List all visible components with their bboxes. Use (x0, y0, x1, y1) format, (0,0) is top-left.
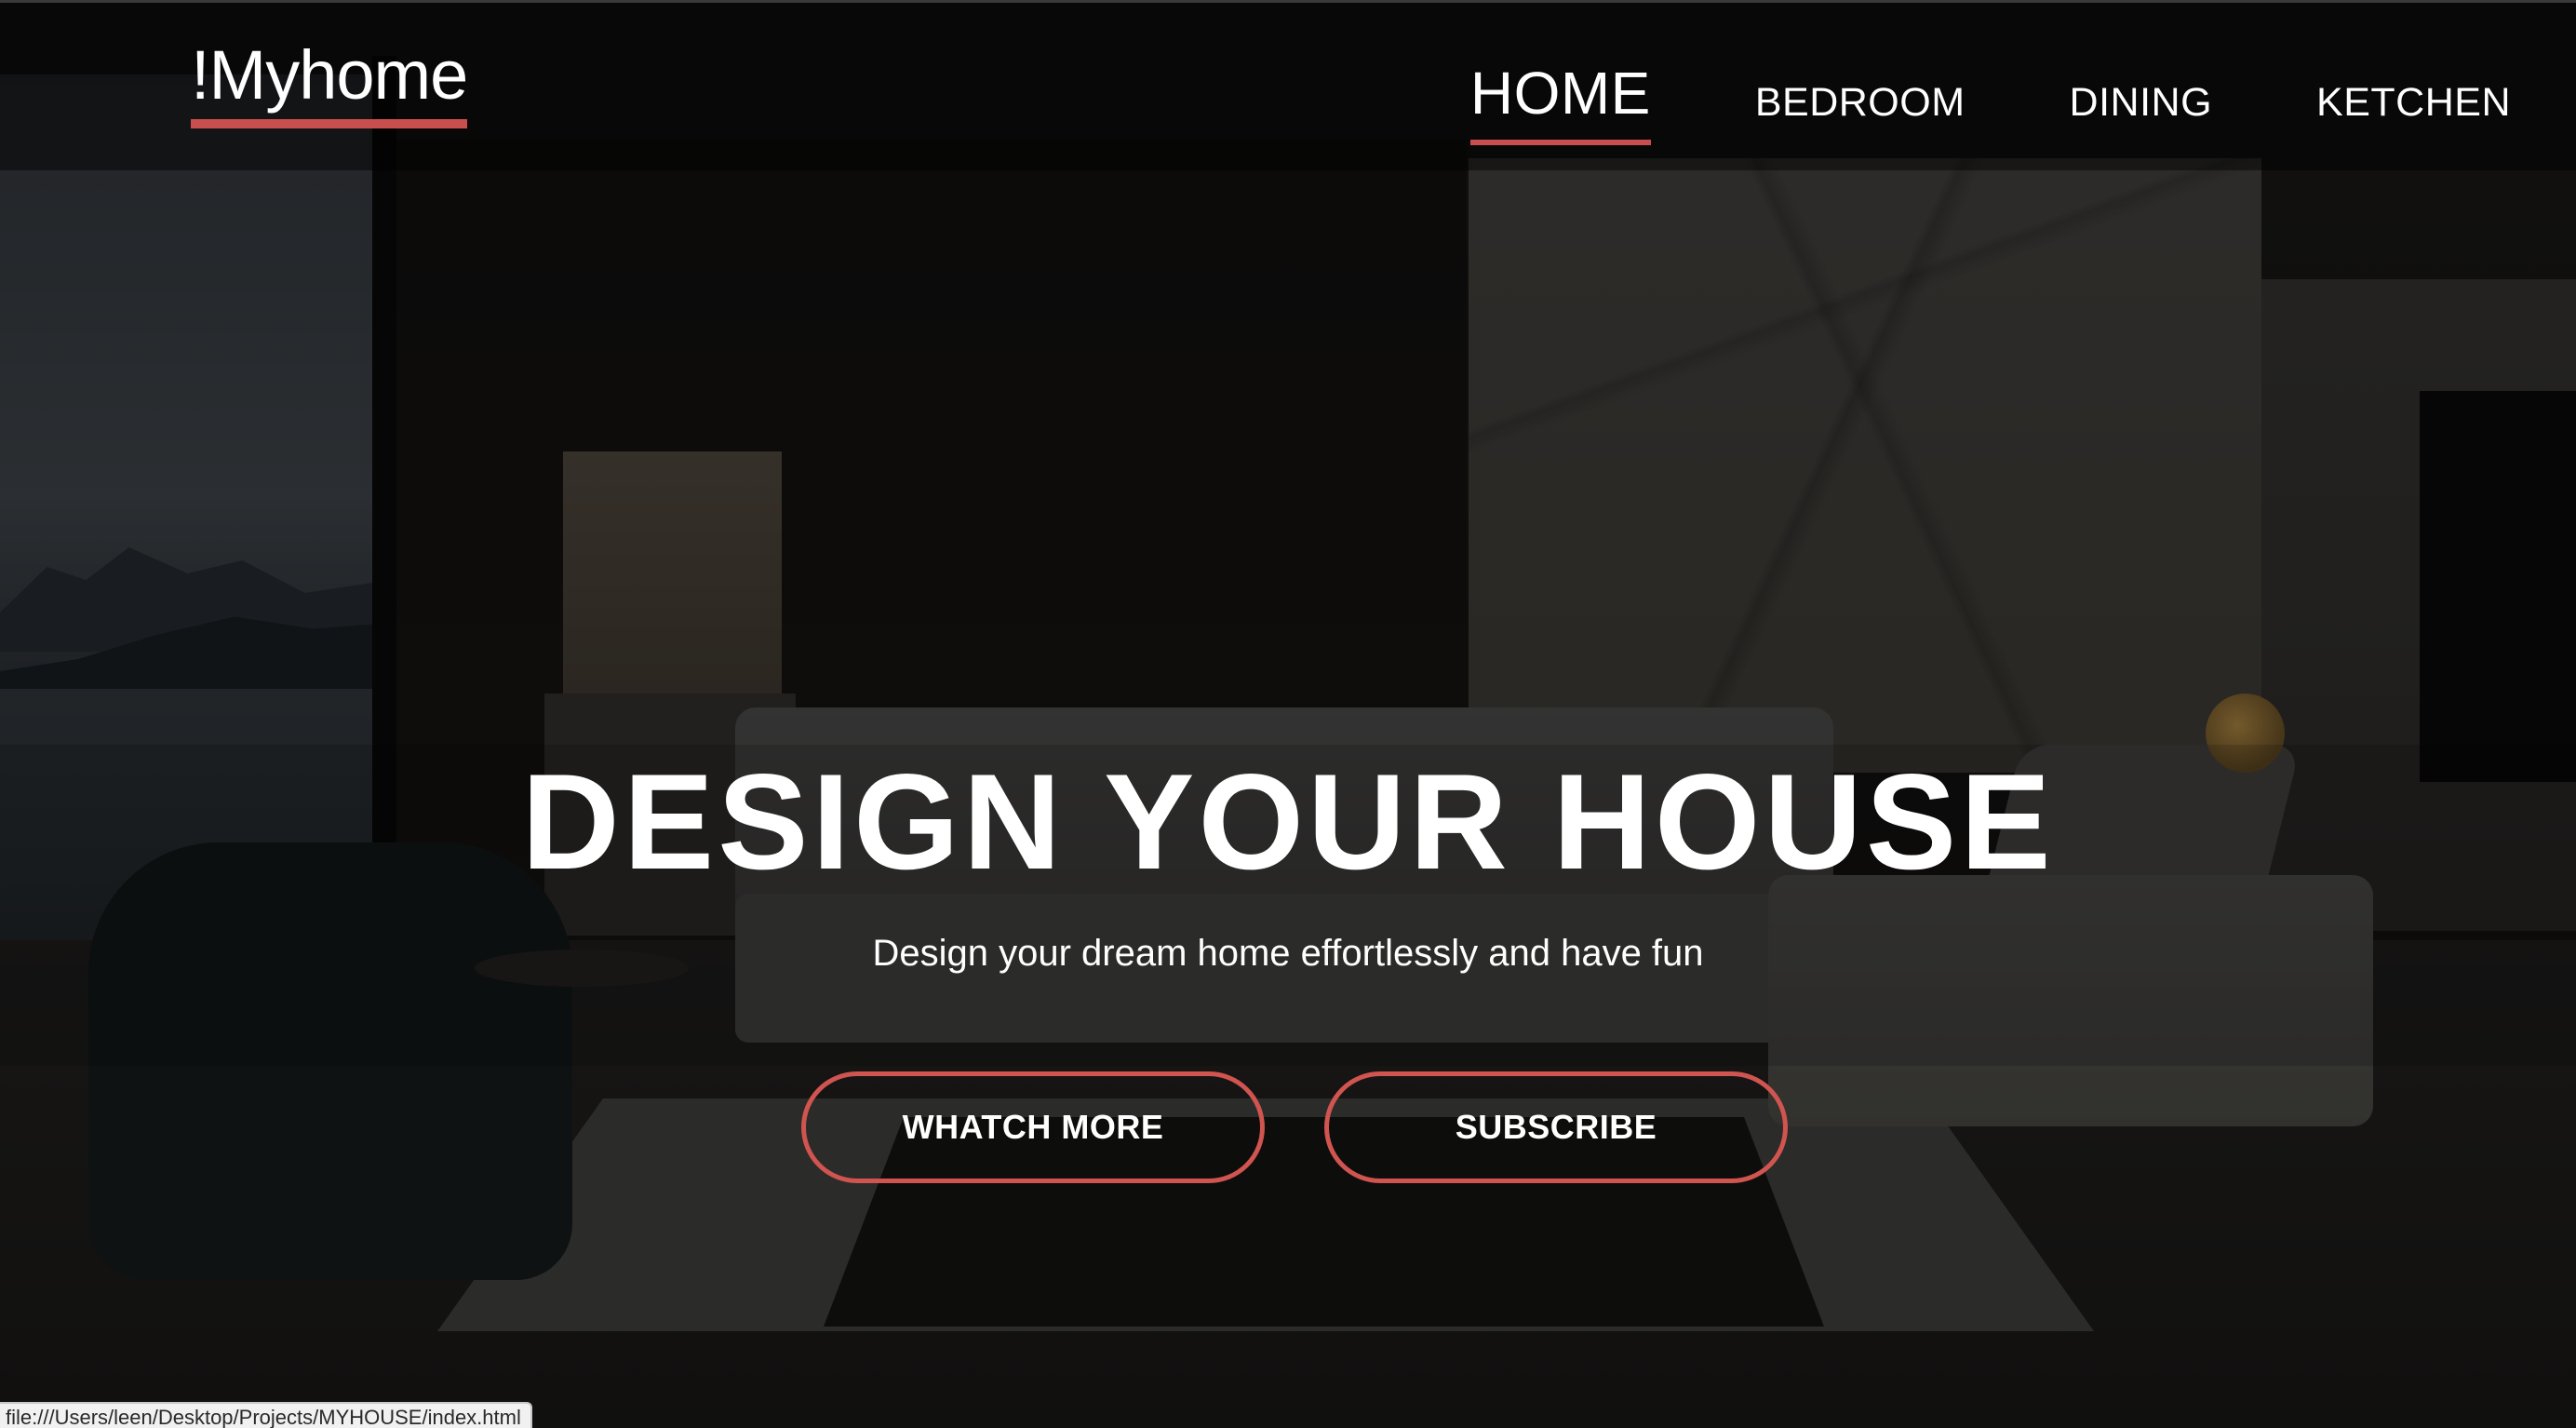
hero-subtitle: Design your dream home effortlessly and … (872, 933, 1704, 974)
main-nav: HOME BEDROOM DINING KETCHEN (1469, 63, 2511, 145)
page: !Myhome HOME BEDROOM DINING KETCHEN DESI… (0, 0, 2576, 1428)
nav-item-bedroom[interactable]: BEDROOM (1755, 83, 1966, 123)
site-logo[interactable]: !Myhome (191, 41, 468, 128)
nav-item-dining[interactable]: DINING (2070, 83, 2213, 123)
browser-top-edge (0, 0, 2576, 3)
background-dark-overlay (0, 0, 2576, 1428)
hero-title: DESIGN YOUR HOUSE (521, 746, 2055, 897)
browser-status-url: file:///Users/leen/Desktop/Projects/MYHO… (0, 1402, 532, 1428)
nav-item-home[interactable]: HOME (1469, 63, 1651, 145)
subscribe-button[interactable]: SUBSCRIBE (1324, 1071, 1788, 1183)
watch-more-button[interactable]: WHATCH MORE (801, 1071, 1265, 1183)
nav-item-kitchen[interactable]: KETCHEN (2316, 83, 2511, 123)
